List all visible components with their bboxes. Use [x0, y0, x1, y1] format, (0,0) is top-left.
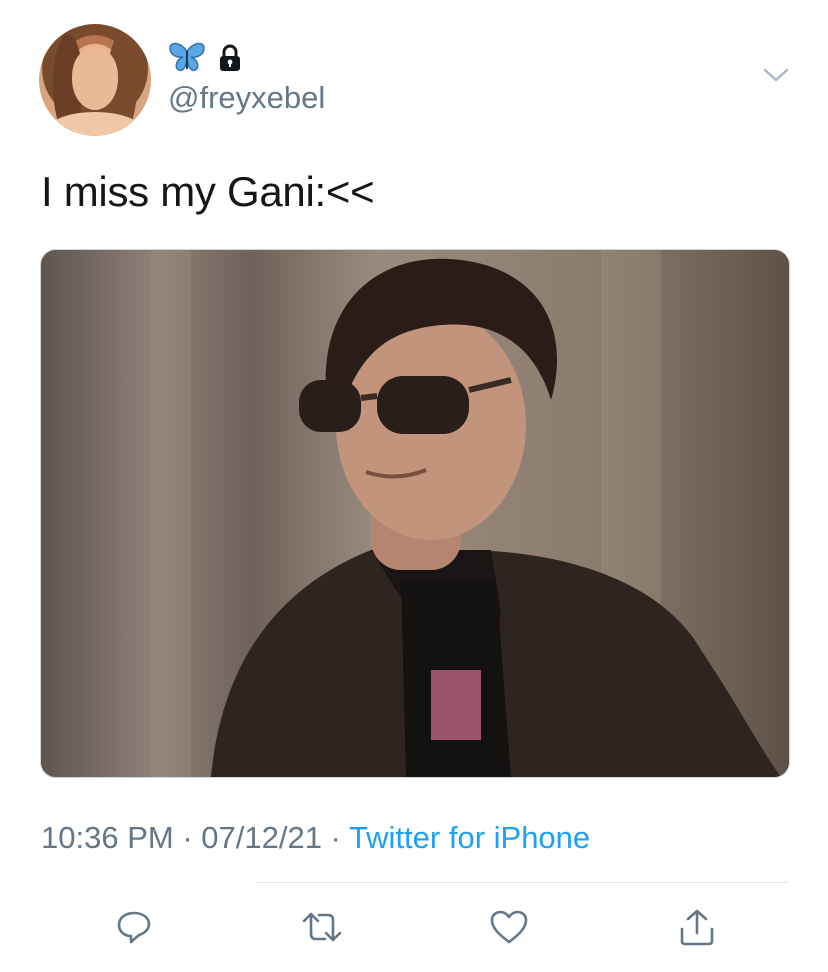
- lock-icon: [218, 44, 242, 77]
- reply-button[interactable]: [112, 905, 156, 949]
- tweet-source-link[interactable]: Twitter for iPhone: [349, 820, 590, 855]
- tweet-date: 07/12/21: [201, 820, 322, 855]
- heart-icon: [490, 910, 528, 944]
- tweet-actions: [0, 905, 828, 949]
- reply-icon: [117, 911, 151, 944]
- share-button[interactable]: [675, 905, 719, 949]
- retweet-button[interactable]: [300, 905, 344, 949]
- tweet-time: 10:36 PM: [41, 820, 174, 855]
- avatar-face: [72, 48, 118, 110]
- share-icon: [680, 909, 714, 946]
- like-button[interactable]: [487, 905, 531, 949]
- butterfly-icon: [168, 42, 206, 79]
- tweet-text: I miss my Gani:<<: [41, 168, 375, 215]
- meta-separator: ·: [173, 820, 202, 855]
- retweet-icon: [302, 912, 342, 942]
- user-handle[interactable]: @freyxebel: [168, 80, 325, 116]
- tweet-meta: 10:36 PM · 07/12/21 · Twitter for iPhone: [41, 820, 590, 856]
- chevron-down-icon[interactable]: [762, 66, 790, 84]
- tweet-photo[interactable]: [40, 249, 790, 778]
- meta-separator: ·: [321, 820, 349, 855]
- avatar[interactable]: [39, 24, 151, 136]
- divider: [256, 882, 788, 883]
- display-name[interactable]: [168, 42, 242, 79]
